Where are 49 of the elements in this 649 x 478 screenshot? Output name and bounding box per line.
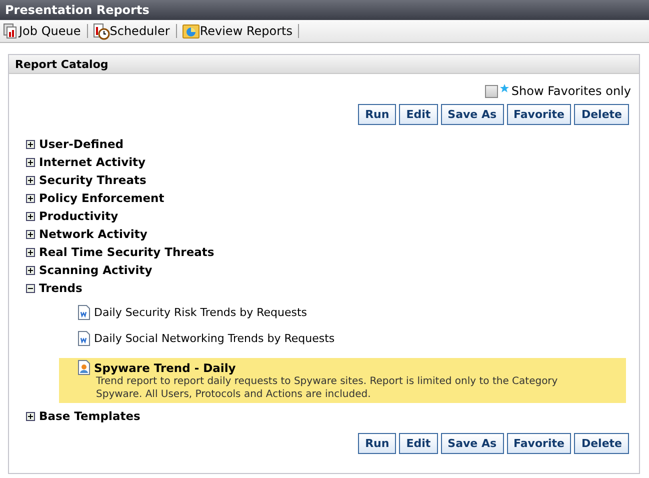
expand-icon[interactable]	[26, 194, 35, 202]
star-icon	[500, 84, 510, 93]
toolbar-link[interactable]: Job Queue	[19, 24, 87, 38]
action-button[interactable]: Save As	[440, 104, 504, 125]
report-description: Trend report to report daily requests to Spyware sites. Report is limited only to the Category Spyware. All Users, Protocols and Actions are included.	[95, 375, 559, 401]
category-label[interactable]: Real Time Security Threats	[39, 245, 214, 259]
expand-icon[interactable]	[26, 176, 35, 184]
category-label[interactable]: User-Defined	[39, 137, 124, 151]
category-label[interactable]: Network Activity	[39, 227, 148, 241]
selected-report[interactable]: Spyware Trend - Daily Trend report to report daily requests to Spyware sites. Report is limited only to the Category Spyware. All Users, Protocols and Actions are included.	[59, 358, 626, 403]
folder-chart-icon	[182, 23, 200, 39]
user-document-icon	[78, 360, 90, 375]
action-button[interactable]: Run	[358, 104, 396, 125]
action-button[interactable]: Edit	[399, 433, 438, 454]
category-label[interactable]: Internet Activity	[39, 155, 146, 169]
category-label[interactable]: Base Templates	[39, 409, 140, 423]
expand-icon[interactable]	[26, 140, 35, 148]
window-title: Presentation Reports	[0, 0, 649, 20]
action-button[interactable]: Run	[358, 433, 396, 454]
favorites-label: Show Favorites only	[511, 84, 631, 98]
favorites-checkbox[interactable]	[485, 84, 498, 98]
action-button[interactable]: Favorite	[506, 433, 572, 454]
expand-icon[interactable]	[26, 248, 35, 256]
document-icon	[78, 305, 90, 320]
toolbar-link[interactable]: Review Reports	[200, 24, 298, 38]
report-label[interactable]: Daily Security Risk Trends by Requests	[94, 306, 308, 319]
category-label[interactable]: Productivity	[39, 209, 118, 223]
panel-header: Report Catalog	[9, 55, 639, 74]
category-label[interactable]: Security Threats	[39, 173, 146, 187]
report-label[interactable]: Spyware Trend - Daily	[94, 360, 236, 374]
action-button[interactable]: Delete	[574, 104, 629, 125]
toolbar-link[interactable]: Scheduler	[110, 24, 176, 38]
category-label[interactable]: Policy Enforcement	[39, 191, 164, 205]
category-label[interactable]: Trends	[39, 281, 82, 295]
clock-document-icon	[92, 22, 110, 40]
document-icon	[78, 331, 90, 346]
action-button[interactable]: Edit	[399, 104, 438, 125]
report-label[interactable]: Daily Social Networking Trends by Requests	[94, 332, 335, 345]
action-button[interactable]: Favorite	[506, 104, 572, 125]
expand-icon[interactable]	[26, 266, 35, 274]
expand-icon[interactable]	[26, 212, 35, 220]
expand-icon[interactable]	[26, 412, 35, 420]
collapse-icon[interactable]	[26, 284, 35, 292]
expand-icon[interactable]	[26, 230, 35, 238]
action-button[interactable]: Delete	[574, 433, 629, 454]
report-stack-icon	[3, 23, 19, 39]
category-label[interactable]: Scanning Activity	[39, 263, 152, 277]
expand-icon[interactable]	[26, 158, 35, 166]
action-button[interactable]: Save As	[440, 433, 504, 454]
